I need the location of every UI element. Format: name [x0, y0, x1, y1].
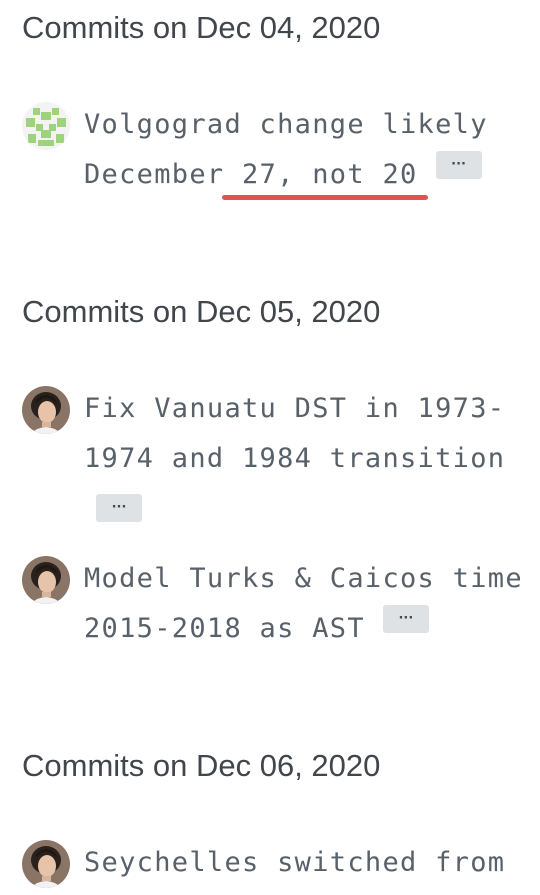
user-avatar-icon: [22, 386, 70, 434]
commit-message-text[interactable]: Model Turks & Caicos time 2015-2018 as A…: [84, 563, 523, 644]
avatar[interactable]: [22, 840, 70, 888]
highlight-underline: [222, 195, 428, 200]
commit-group-heading: Commits on Dec 06, 2020: [22, 748, 381, 783]
ellipsis-icon: ···: [398, 611, 414, 626]
commit-message-text[interactable]: Seychelles switched from: [84, 847, 505, 878]
commit-group-heading: Commits on Dec 05, 2020: [22, 294, 381, 329]
commit-message[interactable]: Model Turks & Caicos time 2015-2018 as A…: [84, 554, 534, 654]
commit-group-heading: Commits on Dec 04, 2020: [22, 10, 381, 45]
show-description-button[interactable]: ···: [435, 151, 482, 179]
ellipsis-icon: ···: [451, 157, 466, 172]
show-description-button[interactable]: ···: [96, 494, 142, 522]
identicon-icon: [22, 102, 70, 150]
show-description-button[interactable]: ···: [382, 605, 429, 633]
commit-message[interactable]: Seychelles switched from: [84, 838, 534, 888]
commit-message[interactable]: Volgograd change likely December 27, not…: [84, 100, 534, 200]
avatar[interactable]: [22, 556, 70, 604]
commit-message-text[interactable]: Volgograd change likely December 27, not…: [84, 109, 488, 190]
commit-message-text[interactable]: Fix Vanuatu DST in 1973-1974 and 1984 tr…: [84, 393, 505, 474]
user-avatar-icon: [22, 556, 70, 604]
avatar[interactable]: [22, 102, 70, 150]
user-avatar-icon: [22, 840, 70, 888]
avatar[interactable]: [22, 386, 70, 434]
ellipsis-icon: ···: [111, 500, 127, 515]
commit-message[interactable]: Fix Vanuatu DST in 1973-1974 and 1984 tr…: [84, 384, 534, 484]
